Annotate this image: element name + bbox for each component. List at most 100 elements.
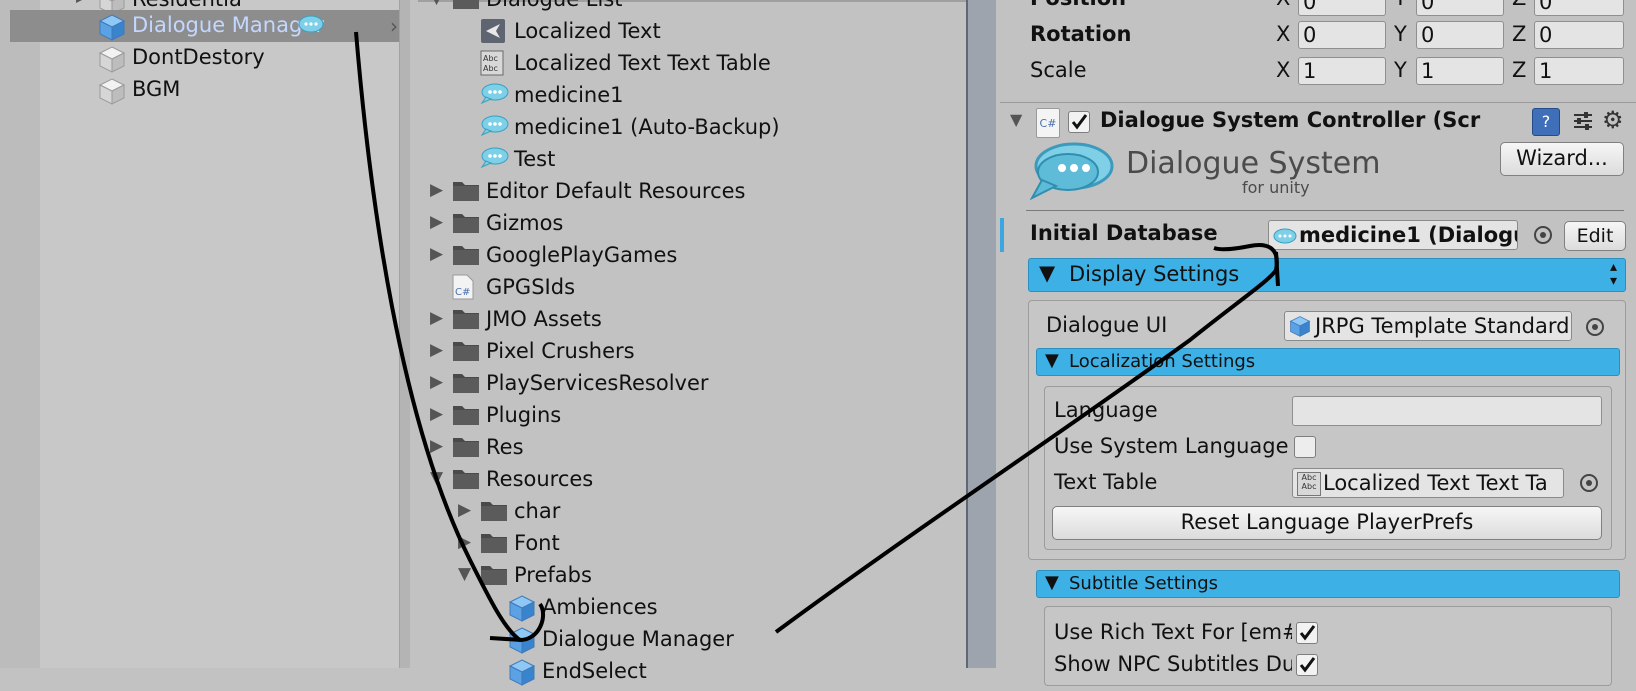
project-row[interactable]: medicine1 xyxy=(0,80,960,112)
project-row[interactable]: medicine1 (Auto-Backup) xyxy=(0,112,960,144)
project-row-label: Ambiences xyxy=(542,595,658,619)
project-row-label: medicine1 xyxy=(514,83,624,107)
folder-icon xyxy=(480,498,508,524)
project-row[interactable]: ▶ GooglePlayGames xyxy=(0,240,960,272)
prefab-cube-icon xyxy=(1289,315,1311,340)
project-row[interactable]: ▶ char xyxy=(0,496,960,528)
position-z-field[interactable]: 0 xyxy=(1534,0,1624,16)
axis-y-label: Y xyxy=(1394,0,1407,10)
initial-database-field[interactable]: medicine1 (Dialogu xyxy=(1268,220,1518,250)
collapsed-arrow-icon[interactable]: ▶ xyxy=(458,534,474,551)
folder-icon xyxy=(480,530,508,556)
rotation-z-field[interactable]: 0 xyxy=(1534,21,1624,49)
expanded-arrow-icon[interactable]: ▼ xyxy=(430,470,446,487)
project-row[interactable]: Localized Text xyxy=(0,16,960,48)
project-row[interactable]: ▶ Font xyxy=(0,528,960,560)
project-row[interactable]: ▼ Resources xyxy=(0,464,960,496)
panel-splitter[interactable] xyxy=(966,0,996,668)
logo-title: Dialogue System xyxy=(1126,146,1381,181)
display-settings-label: Display Settings xyxy=(1069,262,1240,286)
project-row-label: GPGSIds xyxy=(486,275,576,299)
localization-settings-foldout[interactable]: ▼ Localization Settings xyxy=(1036,348,1620,376)
edit-button[interactable]: Edit xyxy=(1564,221,1626,251)
subtitle-settings-foldout[interactable]: ▼ Subtitle Settings xyxy=(1036,570,1620,598)
project-row-label: Res xyxy=(486,435,524,459)
folder-icon xyxy=(452,466,480,492)
subtitle-settings-label: Subtitle Settings xyxy=(1069,573,1219,594)
project-row[interactable]: ▶ Res xyxy=(0,432,960,464)
language-field[interactable] xyxy=(1292,396,1602,426)
folder-icon xyxy=(480,562,508,588)
text-table-field[interactable]: Abc Abc Localized Text Text Ta xyxy=(1292,468,1564,498)
project-row[interactable]: EndSelect xyxy=(0,656,960,688)
scale-y-field[interactable]: 1 xyxy=(1416,57,1504,85)
preset-sliders-icon[interactable] xyxy=(1570,108,1596,134)
collapsed-arrow-icon[interactable]: ▶ xyxy=(430,342,446,359)
folder-icon xyxy=(452,402,480,428)
folder-icon xyxy=(452,434,480,460)
project-row[interactable]: ▶ Gizmos xyxy=(0,208,960,240)
dialogue-database-icon xyxy=(480,114,509,140)
text-table-value: Localized Text Text Ta xyxy=(1323,471,1548,495)
scale-z-field[interactable]: 1 xyxy=(1534,57,1624,85)
modified-indicator xyxy=(1000,218,1004,252)
project-row-label: Pixel Crushers xyxy=(486,339,635,363)
project-row[interactable]: C# GPGSIds xyxy=(0,272,960,304)
svg-text:Abc: Abc xyxy=(483,54,498,63)
csharp-script-icon: C# xyxy=(452,274,480,300)
collapsed-arrow-icon[interactable]: ▶ xyxy=(430,246,446,263)
initial-database-value: medicine1 (Dialogu xyxy=(1299,223,1518,247)
project-row[interactable]: Abc Abc Localized Text Text Table xyxy=(0,48,960,80)
project-row[interactable]: Ambiences xyxy=(0,592,960,624)
dialogue-ui-field[interactable]: JRPG Template Standard xyxy=(1284,311,1572,341)
collapsed-arrow-icon[interactable]: ▶ xyxy=(430,310,446,327)
project-row[interactable]: ▼ Prefabs xyxy=(0,560,960,592)
show-npc-subtitles-checkbox[interactable] xyxy=(1296,654,1318,676)
project-row[interactable]: ▶ Pixel Crushers xyxy=(0,336,960,368)
position-x-field[interactable]: 0 xyxy=(1298,0,1386,16)
folder-icon xyxy=(452,306,480,332)
expanded-arrow-icon[interactable]: ▼ xyxy=(458,566,474,583)
project-row-label: Plugins xyxy=(486,403,562,427)
folder-icon xyxy=(452,370,480,396)
use-system-language-checkbox[interactable] xyxy=(1294,436,1316,458)
reset-language-playerprefs-button[interactable]: Reset Language PlayerPrefs xyxy=(1052,506,1602,540)
project-row[interactable]: ▶ PlayServicesResolver xyxy=(0,368,960,400)
component-enabled-checkbox[interactable] xyxy=(1068,111,1090,133)
project-row[interactable]: ▶ Editor Default Resources xyxy=(0,176,960,208)
project-row-label: Resources xyxy=(486,467,594,491)
position-y-field[interactable]: 0 xyxy=(1416,0,1504,16)
foldout-arrow-icon[interactable]: ▼ xyxy=(1010,110,1022,129)
inspector-panel: Position Rotation Scale X 0 Y 0 Z 0 X 0 … xyxy=(996,0,1636,686)
project-row[interactable]: Test xyxy=(0,144,960,176)
collapsed-arrow-icon[interactable]: ▶ xyxy=(430,406,446,423)
object-picker-icon[interactable] xyxy=(1586,318,1604,336)
object-picker-icon[interactable] xyxy=(1534,226,1552,244)
project-row-label: Gizmos xyxy=(486,211,564,235)
object-picker-icon[interactable] xyxy=(1580,474,1598,492)
collapsed-arrow-icon[interactable]: ▶ xyxy=(430,214,446,231)
rotation-y-field[interactable]: 0 xyxy=(1416,21,1504,49)
svg-text:Abc: Abc xyxy=(483,64,498,73)
text-table-label: Text Table xyxy=(1054,470,1158,494)
project-row[interactable]: ▶ JMO Assets xyxy=(0,304,960,336)
project-row[interactable]: Dialogue Manager xyxy=(0,624,960,656)
rich-text-checkbox[interactable] xyxy=(1296,622,1318,644)
scale-x-field[interactable]: 1 xyxy=(1298,57,1386,85)
expanded-arrow-icon[interactable]: ▼ xyxy=(430,0,446,7)
collapsed-arrow-icon[interactable]: ▶ xyxy=(430,374,446,391)
rotation-x-field[interactable]: 0 xyxy=(1298,21,1386,49)
project-row[interactable]: ▶ Plugins xyxy=(0,400,960,432)
dialogue-database-icon xyxy=(480,82,509,108)
gear-icon[interactable]: ⚙ xyxy=(1602,106,1624,134)
collapsed-arrow-icon[interactable]: ▶ xyxy=(430,182,446,199)
use-system-language-label: Use System Language xyxy=(1054,434,1289,458)
localization-settings-label: Localization Settings xyxy=(1069,351,1256,372)
collapsed-arrow-icon[interactable]: ▶ xyxy=(430,438,446,455)
wizard-button[interactable]: Wizard... xyxy=(1500,142,1624,176)
foldout-arrow-icon: ▼ xyxy=(1039,261,1056,285)
display-settings-foldout[interactable]: ▼ Display Settings ▴ ▾ xyxy=(1028,258,1626,292)
help-icon[interactable]: ? xyxy=(1532,108,1560,136)
project-row[interactable]: ▼ Dialogue List xyxy=(0,0,960,16)
collapsed-arrow-icon[interactable]: ▶ xyxy=(458,502,474,519)
